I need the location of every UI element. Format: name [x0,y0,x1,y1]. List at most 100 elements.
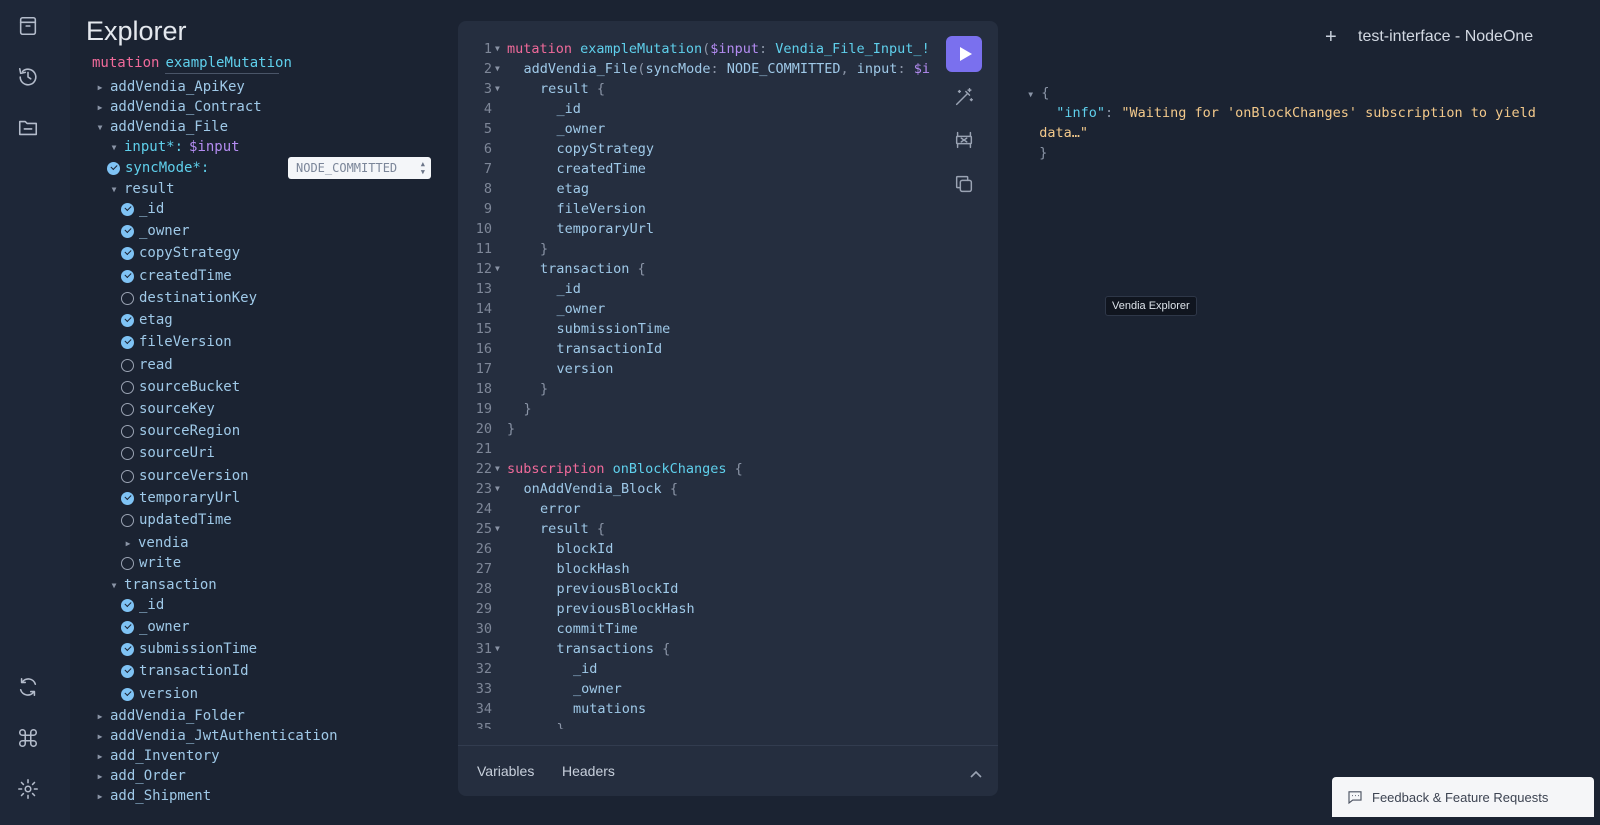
tree-field-temporaryUrl[interactable]: temporaryUrl [121,488,240,508]
checkbox-checked-icon[interactable] [121,246,134,260]
tree-field-_id[interactable]: _id [121,199,164,219]
code-area[interactable]: 1 ▼ mutation exampleMutation($input: Vendi… [458,21,938,729]
code-line[interactable]: etag [557,179,590,199]
tree-item-addVendia_File[interactable]: ▼ addVendia_File [95,117,228,137]
fold-arrow-icon[interactable]: ▼ [1028,90,1033,99]
code-line[interactable]: _id [557,99,581,119]
syncmode-select[interactable]: NODE_COMMITTED ▲ ▼ [288,157,431,179]
code-line[interactable]: createdTime [557,159,646,179]
fold-arrow-icon[interactable]: ▼ [495,519,500,539]
run-button[interactable] [946,36,982,72]
checkbox-checked-icon[interactable] [121,224,134,238]
tree-field-read[interactable]: read [121,355,173,375]
refresh-icon[interactable] [15,674,41,700]
checkbox-empty-icon[interactable] [121,380,134,394]
tree-field-sourceVersion[interactable]: sourceVersion [121,466,249,486]
fold-arrow-icon[interactable]: ▼ [495,79,500,99]
tree-field-sourceBucket[interactable]: sourceBucket [121,377,240,397]
tree-field-etag[interactable]: etag [121,310,173,330]
fold-arrow-icon[interactable]: ▼ [495,59,500,79]
checkbox-checked-icon[interactable] [121,598,134,612]
checkbox-checked-icon[interactable] [121,202,134,216]
tree-field-copyStrategy[interactable]: copyStrategy [121,243,240,263]
tree-field-fileVersion[interactable]: fileVersion [121,332,232,352]
tree-field-write[interactable]: write [121,553,181,573]
arg-syncmode[interactable]: syncMode*: [107,158,209,178]
tree-item-addVendia_Contract[interactable]: ▶ addVendia_Contract [95,97,262,117]
tree-field-sourceRegion[interactable]: sourceRegion [121,421,240,441]
arg-input[interactable]: ▼ input*: $input [109,137,240,157]
code-line[interactable]: _owner [557,119,606,139]
tab-variables[interactable]: Variables [477,763,534,779]
caret-right-icon[interactable]: ▶ [95,772,105,781]
caret-down-icon[interactable]: ▼ [109,185,119,194]
checkbox-empty-icon[interactable] [121,446,134,460]
tree-item-transaction[interactable]: ▼ transaction [109,575,217,595]
caret-down-icon[interactable]: ▼ [109,143,119,152]
tree-field-submissionTime[interactable]: submissionTime [121,639,257,659]
code-line[interactable]: _id [557,279,581,299]
tree-item-addVendia_JwtAuthentication[interactable]: ▶ addVendia_JwtAuthentication [95,726,338,746]
caret-right-icon[interactable]: ▶ [95,732,105,741]
tree-field-transactionId[interactable]: transactionId [121,661,249,681]
feedback-button[interactable]: Feedback & Feature Requests [1332,777,1594,817]
checkbox-checked-icon[interactable] [121,664,134,678]
settings-icon[interactable] [15,776,41,802]
tab-headers[interactable]: Headers [562,763,615,779]
code-line[interactable]: previousBlockHash [557,599,695,619]
tree-field-version[interactable]: version [121,684,198,704]
code-line[interactable]: } [524,399,532,419]
checkbox-checked-icon[interactable] [107,161,120,175]
checkbox-empty-icon[interactable] [121,358,134,372]
tree-field-_owner[interactable]: _owner [121,617,190,637]
checkbox-empty-icon[interactable] [121,402,134,416]
operation-name-input[interactable]: exampleMutation [165,55,292,74]
code-line[interactable]: _id [573,659,597,679]
code-line[interactable]: copyStrategy [557,139,655,159]
merge-fragments-icon[interactable] [953,129,975,151]
checkbox-checked-icon[interactable] [121,687,134,701]
code-line[interactable]: subscription onBlockChanges { [507,459,743,479]
checkbox-checked-icon[interactable] [121,313,134,327]
code-line[interactable]: temporaryUrl [557,219,655,239]
checkbox-checked-icon[interactable] [121,269,134,283]
code-line[interactable]: transaction { [540,259,646,279]
code-line[interactable]: addVendia_File(syncMode: NODE_COMMITTED,… [524,59,930,79]
caret-right-icon[interactable]: ▶ [95,712,105,721]
code-line[interactable]: } [507,419,515,439]
caret-right-icon[interactable]: ▶ [95,752,105,761]
tree-field-destinationKey[interactable]: destinationKey [121,288,257,308]
checkbox-empty-icon[interactable] [121,424,134,438]
copy-icon[interactable] [953,173,975,195]
checkbox-checked-icon[interactable] [121,620,134,634]
code-line[interactable]: _owner [573,679,622,699]
prettify-icon[interactable] [953,86,975,108]
checkbox-empty-icon[interactable] [121,513,134,527]
checkbox-checked-icon[interactable] [121,491,134,505]
fold-arrow-icon[interactable]: ▼ [495,639,500,659]
tree-item-addVendia_ApiKey[interactable]: ▶ addVendia_ApiKey [95,77,245,97]
fold-arrow-icon[interactable]: ▼ [495,479,500,499]
code-line[interactable]: } [557,719,565,729]
tab-title[interactable]: test-interface - NodeOne [1358,28,1533,46]
tree-field-updatedTime[interactable]: updatedTime [121,510,232,530]
code-line[interactable]: previousBlockId [557,579,679,599]
tree-field-_owner[interactable]: _owner [121,221,190,241]
code-line[interactable]: fileVersion [557,199,646,219]
tree-item-vendia[interactable]: ▶ vendia [123,533,189,553]
code-line[interactable]: } [540,239,548,259]
tree-field-_id[interactable]: _id [121,595,164,615]
code-line[interactable]: mutation exampleMutation($input: Vendia_… [507,39,930,59]
caret-right-icon[interactable]: ▶ [95,83,105,92]
docs-icon[interactable] [15,13,41,39]
checkbox-empty-icon[interactable] [121,469,134,483]
code-line[interactable]: transactions { [557,639,671,659]
code-line[interactable]: commitTime [557,619,638,639]
caret-down-icon[interactable]: ▼ [95,123,105,132]
chevron-up-icon[interactable] [970,765,982,778]
tree-item-result[interactable]: ▼ result [109,179,175,199]
code-line[interactable]: version [557,359,614,379]
fold-arrow-icon[interactable]: ▼ [495,259,500,279]
fold-arrow-icon[interactable]: ▼ [495,459,500,479]
tree-field-sourceUri[interactable]: sourceUri [121,443,215,463]
